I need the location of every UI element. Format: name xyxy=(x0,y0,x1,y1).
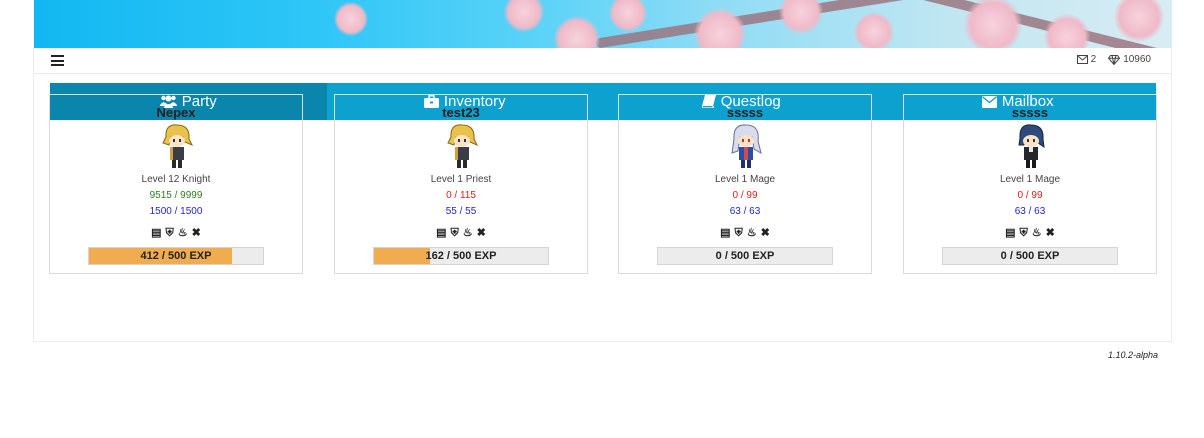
blossom xyxy=(1114,0,1164,42)
mail-count: 2 xyxy=(1090,54,1097,65)
remove-icon[interactable]: ✖ xyxy=(192,228,201,239)
member-actions: ▤ ⛨ ♨ ✖ xyxy=(904,228,1156,239)
character-sprite xyxy=(731,124,762,168)
exp-bar: 162 / 500 EXP xyxy=(373,247,549,265)
exp-bar: 0 / 500 EXP xyxy=(657,247,833,265)
top-bar: 2 10960 xyxy=(34,48,1171,74)
member-hp: 0 / 99 xyxy=(1017,190,1043,201)
character-sprite xyxy=(1018,124,1045,168)
header-stats: 2 10960 xyxy=(1076,54,1151,65)
member-name: Nepex xyxy=(156,105,196,120)
remove-icon[interactable]: ✖ xyxy=(761,228,770,239)
gem-counter: 10960 xyxy=(1108,54,1151,65)
member-mp: 63 / 63 xyxy=(729,206,761,217)
character-sprite xyxy=(162,124,194,168)
member-level: Level 1 Mage xyxy=(999,174,1061,185)
blossom xyxy=(964,0,1022,48)
header-banner xyxy=(34,0,1172,48)
party-member-card: sssss Level 1 Mage 0 / 99 63 / 63 ▤ ⛨ ♨ ✖ 0… xyxy=(618,94,872,274)
version-label: 1.10.2-alpha xyxy=(1107,350,1158,360)
exp-text: 0 / 500 EXP xyxy=(715,250,775,262)
member-mp: 63 / 63 xyxy=(1014,206,1046,217)
blossom xyxy=(1044,14,1090,48)
shield-icon[interactable]: ⛨ xyxy=(166,228,174,239)
mail-counter[interactable]: 2 xyxy=(1076,54,1097,65)
shield-icon[interactable]: ⛨ xyxy=(735,228,743,239)
fire-icon[interactable]: ♨ xyxy=(1032,228,1042,239)
shield-icon[interactable]: ⛨ xyxy=(1020,228,1028,239)
member-hp: 9515 / 9999 xyxy=(149,190,203,201)
stats-icon[interactable]: ▤ xyxy=(720,228,730,239)
party-member-card: sssss Level 1 Mage 0 / 99 63 / 63 ▤ ⛨ ♨ ✖ 0… xyxy=(903,94,1157,274)
party-member-card: Nepex Level 12 Knight 9515 / 9999 1500 /… xyxy=(49,94,303,274)
character-sprite xyxy=(447,124,479,168)
member-actions: ▤ ⛨ ♨ ✖ xyxy=(335,228,587,239)
exp-bar: 412 / 500 EXP xyxy=(88,247,264,265)
blossom xyxy=(554,16,600,48)
member-name: sssss xyxy=(1011,105,1049,120)
blossom xyxy=(504,0,544,32)
member-mp: 55 / 55 xyxy=(445,206,477,217)
member-hp: 0 / 99 xyxy=(732,190,758,201)
diamond-icon xyxy=(1108,54,1121,65)
fire-icon[interactable]: ♨ xyxy=(747,228,757,239)
fire-icon[interactable]: ♨ xyxy=(178,228,188,239)
member-level: Level 1 Priest xyxy=(430,174,492,185)
blossom xyxy=(609,0,647,32)
exp-text: 162 / 500 EXP xyxy=(425,250,497,262)
exp-text: 0 / 500 EXP xyxy=(1000,250,1060,262)
member-hp: 0 / 115 xyxy=(446,190,476,201)
party-member-card: test23 Level 1 Priest 0 / 115 55 / 55 ▤ ⛨… xyxy=(334,94,588,274)
blossom xyxy=(334,2,368,36)
exp-bar: 0 / 500 EXP xyxy=(942,247,1118,265)
member-actions: ▤ ⛨ ♨ ✖ xyxy=(50,228,302,239)
stats-icon[interactable]: ▤ xyxy=(1005,228,1015,239)
member-name: sssss xyxy=(726,105,764,120)
blossom xyxy=(779,0,823,34)
stats-icon[interactable]: ▤ xyxy=(151,228,161,239)
fire-icon[interactable]: ♨ xyxy=(463,228,473,239)
blossom xyxy=(854,12,894,48)
remove-icon[interactable]: ✖ xyxy=(477,228,486,239)
member-mp: 1500 / 1500 xyxy=(149,206,203,217)
blossom xyxy=(694,8,746,48)
member-level: Level 1 Mage xyxy=(714,174,776,185)
shield-icon[interactable]: ⛨ xyxy=(451,228,459,239)
member-name: test23 xyxy=(442,105,480,120)
gem-count: 10960 xyxy=(1123,54,1151,65)
stats-icon[interactable]: ▤ xyxy=(436,228,446,239)
envelope-icon xyxy=(1076,55,1088,64)
exp-text: 412 / 500 EXP xyxy=(140,250,212,262)
remove-icon[interactable]: ✖ xyxy=(1046,228,1055,239)
member-level: Level 12 Knight xyxy=(141,174,211,185)
menu-icon[interactable] xyxy=(51,55,64,66)
member-actions: ▤ ⛨ ♨ ✖ xyxy=(619,228,871,239)
